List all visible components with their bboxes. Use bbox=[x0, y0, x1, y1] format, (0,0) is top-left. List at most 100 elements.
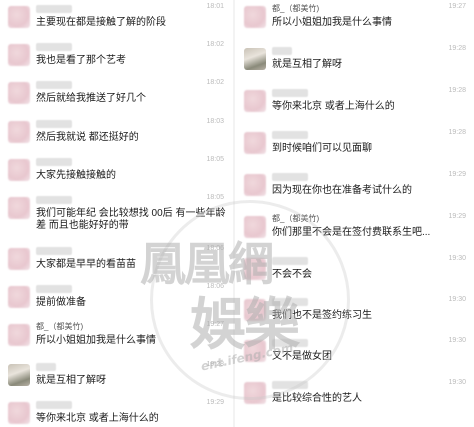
sender-name: 都_（都美竹) bbox=[272, 4, 320, 13]
avatar bbox=[8, 82, 30, 104]
timestamp: 18:01 bbox=[206, 3, 224, 10]
avatar bbox=[244, 132, 266, 154]
message-item: 19:28 就是互相了解呀 bbox=[236, 45, 474, 80]
message-item: 都_（都美竹) 19:29 你们那里不会是在签付费联系生吧... bbox=[236, 213, 474, 248]
chat-log-right: 都_（都美竹) 19:27 所以小姐姐加我是什么事情 19:28 就是互相了解呀 … bbox=[236, 0, 474, 427]
message-text: 是比较综合性的艺人 bbox=[272, 393, 362, 404]
timestamp: 18:06 bbox=[206, 245, 224, 252]
timestamp: 19:28 bbox=[206, 361, 224, 368]
timestamp: 19:29 bbox=[448, 171, 466, 178]
avatar bbox=[8, 121, 30, 143]
sender-name-blurred bbox=[272, 257, 308, 265]
timestamp: 19:30 bbox=[448, 296, 466, 303]
message-item: 都_（都美竹) 19:27 所以小姐姐加我是什么事情 bbox=[236, 3, 474, 38]
message-text: 我们可能年纪 会比较想找 00后 有一些年龄差 而且也能好好的带 bbox=[36, 208, 226, 231]
timestamp: 19:27 bbox=[448, 3, 466, 10]
message-item: 18:06 大家都是早早的看苗苗 bbox=[0, 245, 232, 276]
avatar bbox=[8, 159, 30, 181]
sender-name: 都_（都美竹) bbox=[272, 214, 320, 223]
message-text: 到时候咱们可以见面聊 bbox=[272, 143, 372, 154]
message-text: 等你来北京 或者上海什么的 bbox=[272, 101, 395, 112]
message-item: 都_（都美竹) 19:27 所以小姐姐加我是什么事情 bbox=[0, 321, 232, 352]
message-item: 18:05 大家先接触接触的 bbox=[0, 156, 232, 187]
message-text: 提前做准备 bbox=[36, 297, 86, 308]
message-item: 19:30 又不是做女团 bbox=[236, 337, 474, 372]
message-text: 然后我就说 都还挺好的 bbox=[36, 132, 139, 143]
sender-name-blurred bbox=[36, 196, 72, 204]
message-item: 18:06 提前做准备 bbox=[0, 283, 232, 314]
message-item: 19:29 因为现在你也在准备考试什么的 bbox=[236, 171, 474, 206]
message-item: 18:05 我们可能年纪 会比较想找 00后 有一些年龄差 而且也能好好的带 bbox=[0, 194, 232, 239]
timestamp: 18:06 bbox=[206, 283, 224, 290]
chat-log-left: 18:01 主要现在都是接触了解的阶段 18:02 我也是看了那个艺考 18:0… bbox=[0, 0, 232, 427]
timestamp: 19:30 bbox=[448, 337, 466, 344]
message-item: 19:28 等你来北京 或者上海什么的 bbox=[236, 87, 474, 122]
sender-name-blurred bbox=[36, 158, 72, 166]
avatar bbox=[244, 174, 266, 196]
avatar bbox=[8, 248, 30, 270]
message-item: 18:01 主要现在都是接触了解的阶段 bbox=[0, 3, 232, 34]
avatar bbox=[244, 299, 266, 321]
message-text: 所以小姐姐加我是什么事情 bbox=[36, 335, 156, 346]
avatar bbox=[8, 402, 30, 424]
avatar bbox=[8, 44, 30, 66]
timestamp: 18:05 bbox=[206, 194, 224, 201]
sender-name-blurred bbox=[272, 298, 308, 306]
message-text: 我们也不是签约练习生 bbox=[272, 310, 372, 321]
sender-name-blurred bbox=[272, 339, 308, 347]
message-text: 我也是看了那个艺考 bbox=[36, 55, 126, 66]
message-item: 19:30 我们也不是签约练习生 bbox=[236, 296, 474, 331]
sender-name-blurred bbox=[272, 89, 308, 97]
message-item: 18:03 然后我就说 都还挺好的 bbox=[0, 118, 232, 149]
message-text: 不会不会 bbox=[272, 269, 312, 280]
message-item: 19:30 是比较综合性的艺人 bbox=[236, 379, 474, 414]
sender-name-blurred bbox=[36, 5, 72, 13]
avatar bbox=[8, 324, 30, 346]
message-item: 19:28 就是互相了解呀 bbox=[0, 361, 232, 392]
timestamp: 19:28 bbox=[448, 87, 466, 94]
sender-name: 都_（都美竹) bbox=[36, 322, 84, 331]
timestamp: 19:30 bbox=[448, 379, 466, 386]
avatar bbox=[244, 340, 266, 362]
sender-name-blurred bbox=[36, 81, 72, 89]
avatar bbox=[244, 90, 266, 112]
message-text: 主要现在都是接触了解的阶段 bbox=[36, 17, 166, 28]
timestamp: 19:27 bbox=[206, 321, 224, 328]
message-text: 就是互相了解呀 bbox=[272, 59, 342, 70]
message-text: 又不是做女团 bbox=[272, 351, 332, 362]
sender-name-blurred bbox=[36, 285, 72, 293]
timestamp: 18:03 bbox=[206, 118, 224, 125]
sender-name-blurred bbox=[36, 247, 72, 255]
message-text: 因为现在你也在准备考试什么的 bbox=[272, 185, 412, 196]
timestamp: 19:30 bbox=[448, 255, 466, 262]
avatar bbox=[244, 258, 266, 280]
sender-name-blurred bbox=[36, 401, 72, 409]
timestamp: 19:29 bbox=[206, 399, 224, 406]
message-item: 18:02 然后就给我推送了好几个 bbox=[0, 79, 232, 110]
message-text: 所以小姐姐加我是什么事情 bbox=[272, 17, 392, 28]
avatar bbox=[244, 6, 266, 28]
sender-name-blurred bbox=[272, 381, 308, 389]
timestamp: 19:29 bbox=[448, 213, 466, 220]
message-item: 19:30 不会不会 bbox=[236, 255, 474, 290]
sender-name-blurred bbox=[36, 363, 56, 371]
message-text: 就是互相了解呀 bbox=[36, 375, 106, 386]
avatar bbox=[8, 6, 30, 28]
avatar bbox=[244, 48, 266, 70]
avatar bbox=[244, 216, 266, 238]
timestamp: 18:02 bbox=[206, 41, 224, 48]
avatar bbox=[244, 382, 266, 404]
message-text: 大家先接触接触的 bbox=[36, 170, 116, 181]
avatar bbox=[8, 286, 30, 308]
avatar bbox=[8, 197, 30, 219]
sender-name-blurred bbox=[36, 43, 72, 51]
message-text: 你们那里不会是在签付费联系生吧... bbox=[272, 227, 431, 238]
message-text: 等你来北京 或者上海什么的 bbox=[36, 413, 159, 424]
message-item: 19:28 到时候咱们可以见面聊 bbox=[236, 129, 474, 164]
message-text: 然后就给我推送了好几个 bbox=[36, 93, 146, 104]
sender-name-blurred bbox=[272, 131, 308, 139]
message-item: 19:29 等你来北京 或者上海什么的 bbox=[0, 399, 232, 427]
timestamp: 19:28 bbox=[448, 45, 466, 52]
message-text: 大家都是早早的看苗苗 bbox=[36, 259, 136, 270]
column-divider bbox=[233, 0, 235, 427]
